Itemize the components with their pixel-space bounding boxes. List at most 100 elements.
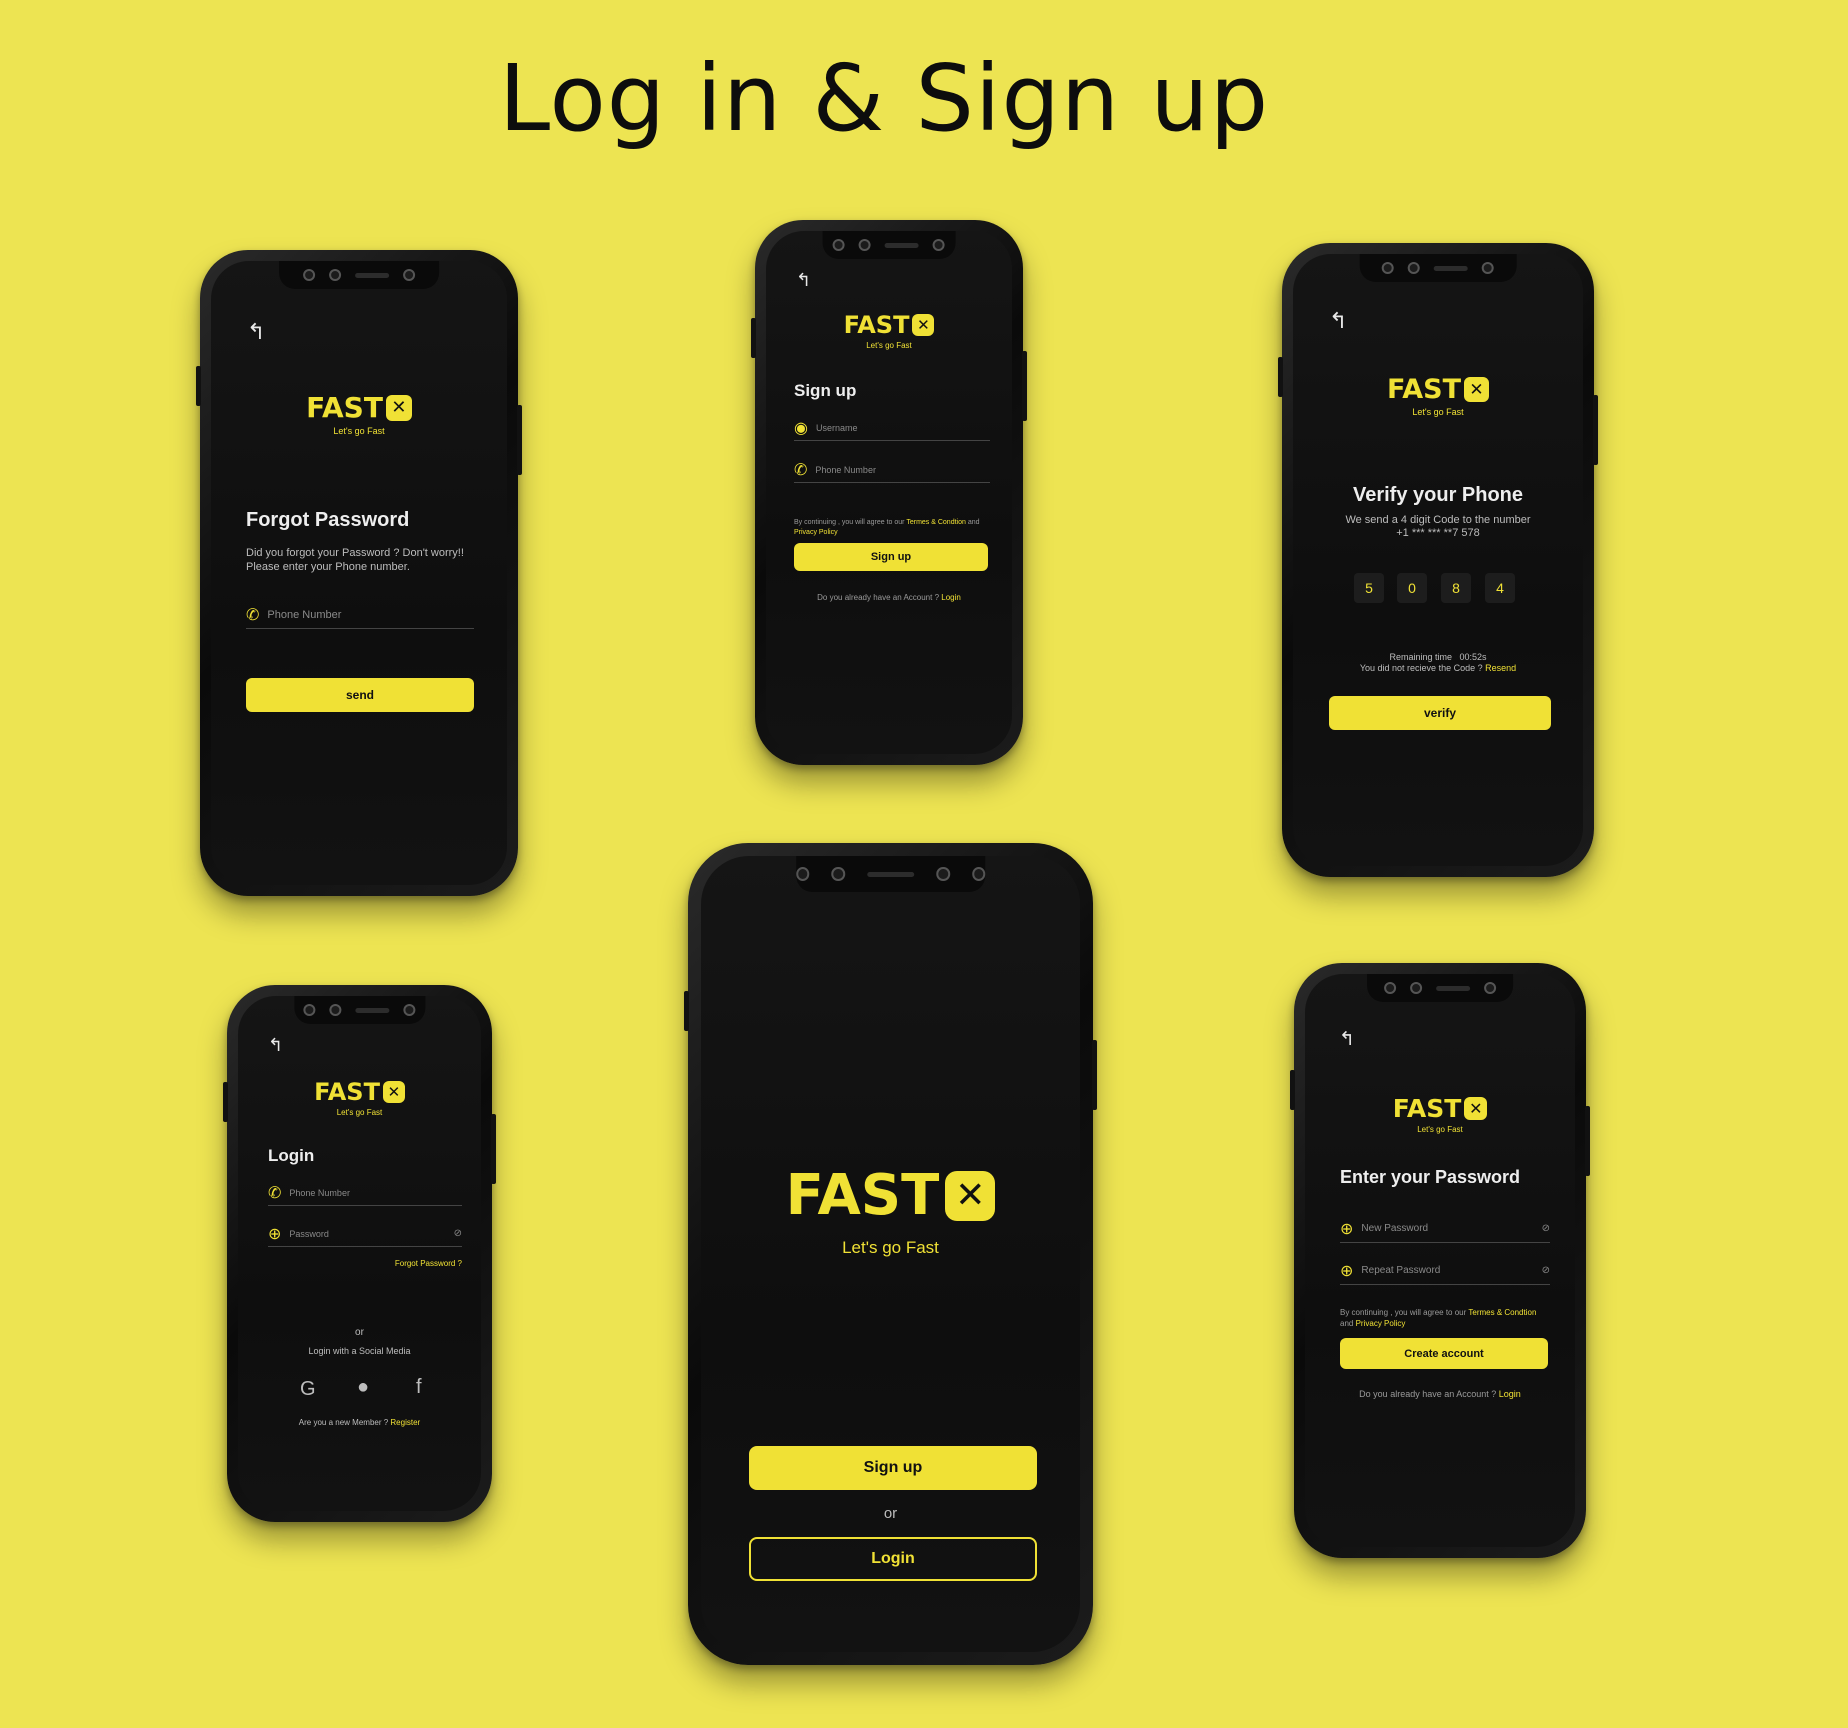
brand-tagline: Let's go Fast [333,426,385,436]
terms-link[interactable]: Termes & Condtion [906,519,966,526]
login-link[interactable]: Login [1499,1389,1521,1399]
phone-field[interactable]: ✆ Phone Number [794,457,990,483]
verify-number: +1 *** *** **7 578 [1396,527,1480,539]
lock-icon: ⊕ [1340,1220,1354,1238]
terms-and: and [967,519,980,526]
signup-button[interactable]: Sign up [749,1446,1037,1490]
phone-create-password: ↰ FAST ✕ Let's go Fast Enter your Passwor… [1290,963,1590,1558]
brand-x-icon: ✕ [912,314,935,336]
forgot-description: Did you forgot your Password ? Don't wor… [246,547,464,573]
username-placeholder: Username [815,422,858,433]
brand-logo: FAST ✕ Let's go Fast [701,1163,1080,1258]
signup-title: Sign up [794,381,857,400]
repeat-password-placeholder: Repeat Password [1361,1265,1441,1276]
terms-text: By continuing , you will agree to our Te… [794,518,994,538]
eye-off-icon[interactable]: ⊘ [454,1228,462,1239]
password-field[interactable]: ⊕ Password ⊘ [268,1221,462,1247]
brand-x-icon: ✕ [1464,377,1490,402]
social-label: Login with a Social Media [308,1346,411,1356]
code-digit-2[interactable]: 0 [1397,573,1427,603]
notch [1367,974,1513,1002]
brand-name: FAST [843,311,910,339]
phone-field[interactable]: ✆ Phone Number [268,1180,462,1206]
lock-icon: ⊕ [268,1225,282,1243]
code-digit-1[interactable]: 5 [1354,573,1384,603]
forgot-title: Forgot Password [246,509,410,531]
privacy-link[interactable]: Privacy Policy [1356,1319,1406,1328]
screen-verify: ↰ FAST ✕ Let's go Fast Verify your Phone … [1293,254,1583,866]
forgot-password-link[interactable]: Forgot Password ? [338,1259,462,1268]
terms-link[interactable]: Termes & Condtion [1468,1308,1536,1317]
send-button[interactable]: send [246,678,474,712]
user-icon: ◉ [794,419,808,437]
back-arrow-icon[interactable]: ↰ [1339,1030,1355,1049]
have-account-text: Do you already have an Account ? Login [766,593,1012,602]
password-placeholder: Password [289,1228,329,1239]
brand-x-icon: ✕ [382,1081,405,1103]
code-digit-3[interactable]: 8 [1441,573,1471,603]
terms-prefix: By continuing , you will agree to our [1340,1308,1467,1317]
phone-icon: ✆ [794,461,808,479]
screen-login: ↰ FAST ✕ Let's go Fast Login ✆ Phone Numb… [238,996,481,1511]
remaining-value: 00:52s [1459,652,1487,662]
notch [293,996,426,1024]
facebook-icon[interactable]: f [416,1376,422,1399]
register-link[interactable]: Register [390,1418,420,1427]
new-password-field[interactable]: ⊕ New Password ⊘ [1340,1215,1550,1243]
have-account-label: Do you already have an Account ? [817,593,940,602]
username-field[interactable]: ◉ Username [794,415,990,441]
notch [1359,254,1517,282]
brand-logo: FAST ✕ Let's go Fast [1293,374,1583,417]
phone-placeholder: Phone Number [815,464,876,475]
brand-logo: FAST ✕ Let's go Fast [1305,1094,1575,1134]
password-title: Enter your Password [1340,1167,1521,1187]
new-member-text: Are you a new Member ? Register [238,1418,481,1427]
brand-x-icon: ✕ [385,394,412,421]
remaining-label: Remaining time [1389,652,1452,662]
page-title: Log in & Sign up [498,45,1270,152]
verify-title: Verify your Phone [1352,484,1524,506]
phone-signup: ↰ FAST ✕ Let's go Fast Sign up ◉ Username… [751,220,1027,765]
new-password-placeholder: New Password [1361,1223,1429,1234]
brand-logo: FAST ✕ Let's go Fast [766,311,1012,350]
terms-text: By continuing , you will agree to our Te… [1340,1307,1540,1329]
have-account-text: Do you already have an Account ? Login [1305,1389,1575,1399]
phone-icon: ✆ [268,1184,282,1202]
or-label: or [883,1505,898,1522]
brand-x-icon: ✕ [945,1170,996,1221]
lock-icon: ⊕ [1340,1262,1354,1280]
back-arrow-icon[interactable]: ↰ [247,321,265,343]
eye-off-icon[interactable]: ⊘ [1542,1265,1550,1276]
screen-create-password: ↰ FAST ✕ Let's go Fast Enter your Passwor… [1305,974,1575,1547]
code-digit-4[interactable]: 4 [1485,573,1515,603]
privacy-link[interactable]: Privacy Policy [794,529,838,536]
login-link[interactable]: Login [941,593,961,602]
terms-prefix: By continuing , you will agree to our [794,519,905,526]
repeat-password-field[interactable]: ⊕ Repeat Password ⊘ [1340,1257,1550,1285]
back-arrow-icon[interactable]: ↰ [796,271,811,289]
eye-off-icon[interactable]: ⊘ [1542,1223,1550,1234]
phone-field[interactable]: ✆ Phone Number [246,601,474,629]
or-label: or [355,1327,364,1338]
brand-tagline: Let's go Fast [842,1238,939,1257]
verify-button[interactable]: verify [1329,696,1551,730]
google-icon[interactable]: G [300,1378,316,1401]
brand-name: FAST [785,1163,940,1228]
new-member-label: Are you a new Member ? [298,1418,389,1427]
back-arrow-icon[interactable]: ↰ [1329,310,1347,332]
phone-icon: ✆ [246,606,260,624]
phone-welcome: FAST ✕ Let's go Fast Sign up or Login [684,843,1097,1665]
have-account-label: Do you already have an Account ? [1359,1389,1497,1399]
resend-link[interactable]: Resend [1485,663,1516,673]
screen-signup: ↰ FAST ✕ Let's go Fast Sign up ◉ Username… [766,231,1012,754]
resend-text: You did not recieve the Code ? Resend [1293,663,1583,673]
brand-tagline: Let's go Fast [1417,1125,1463,1134]
login-button[interactable]: Login [749,1537,1037,1581]
back-arrow-icon[interactable]: ↰ [268,1036,283,1054]
brand-name: FAST [1392,1094,1462,1123]
apple-icon[interactable]: ● [357,1376,369,1399]
phone-placeholder: Phone Number [289,1187,350,1198]
brand-logo: FAST ✕ Let's go Fast [211,391,507,436]
create-account-button[interactable]: Create account [1340,1338,1548,1369]
signup-button[interactable]: Sign up [794,543,988,571]
